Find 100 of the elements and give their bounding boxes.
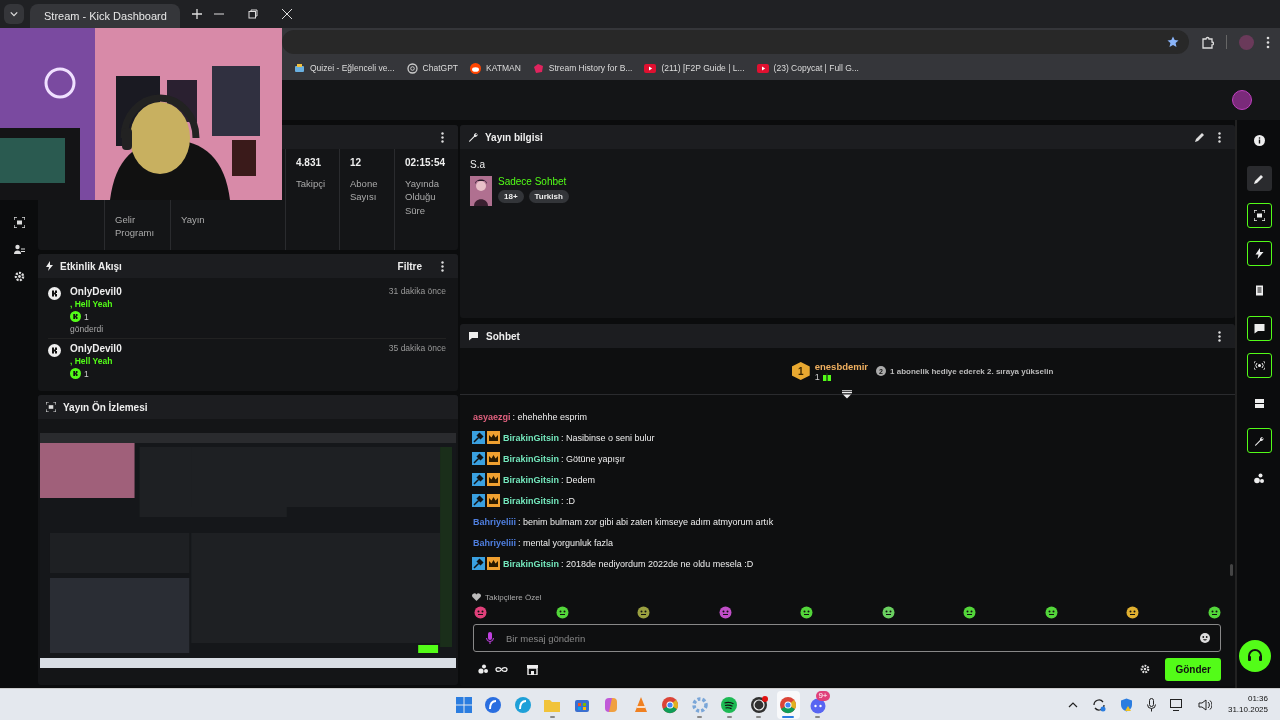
screen-icon — [1254, 210, 1265, 221]
settings-icon[interactable] — [1140, 664, 1151, 674]
screen-tool-button[interactable] — [1247, 203, 1272, 228]
infinity-icon — [495, 665, 508, 673]
chat-username[interactable]: Bahriyeliii — [473, 516, 517, 527]
store-icon[interactable] — [527, 663, 538, 675]
menu-icon[interactable] — [1266, 35, 1270, 49]
emote-icon[interactable] — [718, 606, 732, 619]
more-options-icon[interactable] — [441, 260, 444, 272]
clock-time[interactable]: 01:36 — [1247, 694, 1268, 705]
chat-username[interactable]: BirakinGitsin — [503, 495, 559, 506]
sync-icon[interactable] — [1091, 697, 1106, 712]
chat-bubble-icon — [468, 331, 479, 341]
star-icon[interactable] — [1167, 36, 1179, 48]
chat-username[interactable]: Bahriyeliii — [473, 537, 517, 548]
bookmark[interactable]: KATMAN — [470, 62, 521, 74]
heart-icon — [472, 593, 481, 601]
username[interactable]: OnlyDevil0 — [70, 286, 380, 297]
broadcast-icon — [1254, 360, 1265, 371]
emote-icon[interactable] — [1044, 606, 1058, 619]
chat-message: : mental yorgunluk fazla — [518, 537, 614, 548]
tab-search-button[interactable] — [4, 4, 24, 24]
quiz-icon — [294, 62, 305, 74]
more-options-icon[interactable] — [1218, 330, 1221, 342]
message-field[interactable]: Bir mesaj gönderin — [473, 624, 1221, 652]
kick-coin-icon — [70, 311, 81, 322]
more-options-icon[interactable] — [441, 131, 444, 143]
extensions-icon[interactable] — [1201, 35, 1214, 49]
shield-icon[interactable] — [1119, 697, 1133, 712]
username[interactable]: OnlyDevil0 — [70, 343, 380, 354]
pencil-tool-button[interactable] — [1247, 165, 1272, 191]
speaker-icon[interactable] — [1197, 698, 1212, 711]
gift-icon — [822, 372, 831, 381]
emote-icon[interactable] — [1126, 606, 1140, 619]
emote-icon[interactable] — [474, 606, 487, 619]
category-link[interactable]: Sadece Sohbet — [498, 176, 569, 187]
bookmark[interactable]: Stream History for B... — [532, 62, 633, 74]
gifter-name[interactable]: enesbdemir — [814, 360, 869, 372]
more-options-icon[interactable] — [1218, 131, 1221, 143]
bookmark[interactable]: (23) Copycat | Full G... — [756, 63, 859, 73]
event-time: 31 dakika önce — [388, 286, 446, 298]
collapse-icon[interactable] — [841, 390, 852, 399]
microphone-icon[interactable] — [1146, 697, 1156, 712]
emoji-icon[interactable] — [1200, 633, 1210, 643]
event-message: , Hell Yeah — [70, 356, 114, 366]
crown-badge-icon — [487, 494, 500, 507]
new-tab-icon[interactable] — [192, 9, 202, 19]
kick-coin-icon — [70, 368, 81, 379]
chat-username[interactable]: BirakinGitsin — [503, 453, 559, 464]
clock-date[interactable]: 31.10.2025 — [1227, 704, 1268, 715]
tag[interactable]: 18+ — [498, 190, 524, 203]
chevron-up-icon[interactable] — [1067, 701, 1078, 708]
restore-icon[interactable] — [248, 9, 258, 19]
headset-icon — [1247, 648, 1263, 664]
panel-title: Sohbet — [486, 330, 520, 342]
chrome-app-icon[interactable] — [776, 690, 800, 719]
kick-coin-icon — [48, 344, 61, 357]
bolt-tool-button[interactable] — [1247, 240, 1272, 266]
chat-username[interactable]: asyaezgi — [473, 411, 511, 422]
play-icon — [644, 63, 657, 73]
bookmark[interactable]: Quizei - Eğlenceli ve... — [294, 62, 395, 74]
pencil-icon — [1254, 172, 1265, 184]
points-icon[interactable] — [478, 664, 490, 674]
wrench-tool-button[interactable] — [1247, 428, 1272, 453]
stat-label: Yayında Olduğu Süre — [405, 177, 441, 217]
chat-username[interactable]: BirakinGitsin — [503, 474, 559, 485]
event-time: 35 dakika önce — [388, 343, 446, 355]
chat-message: : :D — [561, 495, 576, 506]
browser-tab[interactable]: Stream - Kick Dashboard — [30, 4, 180, 28]
user-avatar[interactable] — [1232, 90, 1252, 110]
broadcast-tool-button[interactable] — [1247, 353, 1272, 378]
moderator-badge-icon — [472, 494, 485, 507]
play-icon — [756, 63, 769, 73]
tag[interactable]: Turkish — [528, 190, 569, 203]
chat-tool-button[interactable] — [1247, 315, 1272, 341]
send-button[interactable]: Gönder — [1165, 657, 1221, 681]
chat-username[interactable]: BirakinGitsin — [503, 558, 559, 569]
emote-icon[interactable] — [1207, 606, 1221, 619]
screen-icon[interactable] — [13, 217, 25, 228]
emote-icon[interactable] — [637, 606, 651, 619]
emote-icon[interactable] — [800, 606, 814, 619]
bookmark[interactable]: (211) [F2P Guide | L... — [644, 63, 745, 73]
emote-icon[interactable] — [555, 606, 569, 619]
emote-icon[interactable] — [881, 606, 895, 619]
event-action: gönderdi — [70, 324, 105, 334]
crown-badge-icon — [487, 431, 500, 444]
message-input[interactable]: Bir mesaj gönderin — [504, 631, 1190, 645]
users-icon[interactable] — [13, 244, 25, 255]
settings-icon[interactable] — [13, 271, 25, 282]
stat-label: Takipçi — [296, 177, 327, 191]
chat-username[interactable]: BirakinGitsin — [503, 432, 559, 443]
bookmark[interactable]: ChatGPT — [406, 62, 458, 74]
filter-button[interactable]: Filtre — [391, 259, 428, 273]
close-icon[interactable] — [282, 9, 292, 19]
emote-icon[interactable] — [963, 606, 977, 619]
edit-icon[interactable] — [1195, 132, 1205, 142]
support-button[interactable] — [1239, 640, 1271, 672]
panel-title: Etkinlik Akışı — [60, 260, 122, 272]
stat-label: Yayın — [181, 213, 206, 227]
followers-only-label: Takipçilere Özel — [485, 592, 542, 602]
